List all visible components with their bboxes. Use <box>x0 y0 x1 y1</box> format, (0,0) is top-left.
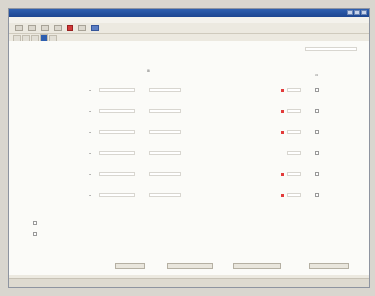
row-checkbox-5[interactable] <box>315 172 319 176</box>
row-input-b-3[interactable] <box>149 130 181 134</box>
row-input-b-2[interactable] <box>149 109 181 113</box>
app-window: ⊞ ▭ • • • • • • <box>8 8 370 288</box>
row-input-c-6[interactable] <box>287 193 301 197</box>
option-checkbox-2[interactable] <box>33 232 37 236</box>
row-input-a-2[interactable] <box>99 109 135 113</box>
toolbar <box>9 23 369 34</box>
maximize-icon[interactable] <box>354 10 360 15</box>
row-input-b-5[interactable] <box>149 172 181 176</box>
row-input-a-6[interactable] <box>99 193 135 197</box>
status-marker-3 <box>281 131 284 134</box>
row-a-label-6: • <box>89 194 92 198</box>
row-checkbox-6[interactable] <box>315 193 319 197</box>
action-button-3[interactable] <box>233 263 281 269</box>
row-checkbox-4[interactable] <box>315 151 319 155</box>
form-panel: ⊞ ▭ • • • • • • <box>9 41 369 275</box>
top-right-input[interactable] <box>305 47 357 51</box>
tab-strip <box>9 34 369 41</box>
close-icon[interactable] <box>361 10 367 15</box>
row-checkbox-1[interactable] <box>315 88 319 92</box>
stop-icon[interactable] <box>67 25 73 31</box>
row-a-label-3: • <box>89 131 92 135</box>
row-input-b-6[interactable] <box>149 193 181 197</box>
refresh-icon[interactable] <box>78 25 86 31</box>
row-input-b-1[interactable] <box>149 88 181 92</box>
new-icon[interactable] <box>15 25 23 31</box>
row-a-label-5: • <box>89 173 92 177</box>
row-input-b-4[interactable] <box>149 151 181 155</box>
row-input-c-2[interactable] <box>287 109 301 113</box>
run-icon[interactable] <box>91 25 99 31</box>
status-marker-1 <box>281 89 284 92</box>
row-a-label-4: • <box>89 152 92 156</box>
status-marker-6 <box>281 194 284 197</box>
minimize-icon[interactable] <box>347 10 353 15</box>
column-header-icon: ⊞ <box>147 69 150 73</box>
option-checkbox-1[interactable] <box>33 221 37 225</box>
save-icon[interactable] <box>41 25 49 31</box>
tab-active[interactable] <box>40 34 48 41</box>
title-bar <box>9 9 369 17</box>
row-input-a-5[interactable] <box>99 172 135 176</box>
status-marker-5 <box>281 173 284 176</box>
status-marker-2 <box>281 110 284 113</box>
row-checkbox-3[interactable] <box>315 130 319 134</box>
row-input-a-1[interactable] <box>99 88 135 92</box>
row-input-c-3[interactable] <box>287 130 301 134</box>
row-a-label-2: • <box>89 110 92 114</box>
status-bar <box>9 278 369 287</box>
row-input-c-1[interactable] <box>287 88 301 92</box>
print-icon[interactable] <box>54 25 62 31</box>
row-input-a-4[interactable] <box>99 151 135 155</box>
open-icon[interactable] <box>28 25 36 31</box>
row-input-c-4[interactable] <box>287 151 301 155</box>
action-button-4[interactable] <box>309 263 349 269</box>
row-input-a-3[interactable] <box>99 130 135 134</box>
action-button-2[interactable] <box>167 263 213 269</box>
right-column-header: ▭ <box>315 73 319 77</box>
row-a-label-1: • <box>89 89 92 93</box>
action-button-1[interactable] <box>115 263 145 269</box>
row-checkbox-2[interactable] <box>315 109 319 113</box>
row-input-c-5[interactable] <box>287 172 301 176</box>
